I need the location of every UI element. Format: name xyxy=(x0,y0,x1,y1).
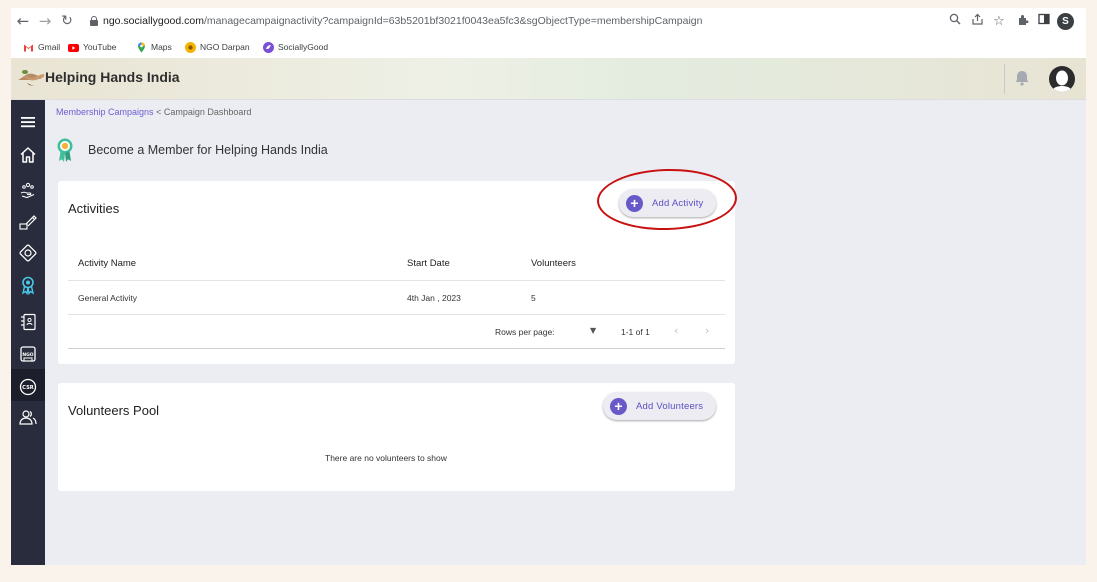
gmail-icon xyxy=(23,42,34,53)
main-content: Membership Campaigns < Campaign Dashboar… xyxy=(45,100,1086,565)
page-title: Become a Member for Helping Hands India xyxy=(88,143,328,157)
breadcrumb-link[interactable]: Membership Campaigns xyxy=(56,107,154,117)
svg-text:NGO: NGO xyxy=(22,352,33,358)
campaign-ribbon-icon xyxy=(56,137,74,163)
maps-icon xyxy=(136,42,147,53)
bookmark-star-icon[interactable]: ☆ xyxy=(990,13,1008,31)
zoom-icon[interactable] xyxy=(946,13,964,31)
rows-per-page-dropdown-icon[interactable]: ▼ xyxy=(590,326,596,335)
sidebar: NGO CSR xyxy=(11,100,45,565)
volunteers-card: Volunteers Pool + Add Volunteers There a… xyxy=(58,383,735,491)
pagination-range: 1-1 of 1 xyxy=(621,327,650,337)
bookmark-label: NGO Darpan xyxy=(200,42,250,52)
membership-ribbon-icon[interactable] xyxy=(18,275,38,296)
bookmark-label: Maps xyxy=(151,42,172,52)
bookmark-sociallygood[interactable]: SociallyGood xyxy=(263,40,328,54)
add-activity-button[interactable]: + Add Activity xyxy=(619,189,716,217)
forward-icon[interactable]: → xyxy=(37,13,53,29)
cell-volunteers: 5 xyxy=(531,293,536,303)
bookmark-label: SociallyGood xyxy=(278,42,329,52)
csr-icon[interactable]: CSR xyxy=(18,377,38,397)
table-bottom-line xyxy=(68,348,725,349)
address-bar[interactable]: ngo.sociallygood.com/managecampaignactiv… xyxy=(103,15,702,27)
fundraise-icon[interactable] xyxy=(18,212,38,232)
sociallygood-icon xyxy=(263,41,274,53)
user-avatar[interactable] xyxy=(1049,66,1075,92)
breadcrumb: Membership Campaigns < Campaign Dashboar… xyxy=(56,107,251,117)
reload-icon[interactable]: ↻ xyxy=(59,13,75,29)
prev-page-icon[interactable]: ‹ xyxy=(674,324,678,337)
bookmark-youtube[interactable]: YouTube xyxy=(68,40,116,54)
row-divider-line xyxy=(68,314,725,315)
address-bar-row: ← → ↻ ngo.sociallygood.com/managecampaig… xyxy=(11,8,1086,36)
column-header-activity-name: Activity Name xyxy=(78,258,137,269)
back-icon[interactable]: ← xyxy=(15,13,31,29)
empty-volunteers-message: There are no volunteers to show xyxy=(325,453,447,463)
bookmarks-bar: Gmail YouTube Maps NGO Darpan SociallyGo… xyxy=(11,36,1086,58)
side-panel-icon[interactable] xyxy=(1035,13,1053,31)
breadcrumb-separator: < xyxy=(156,107,162,117)
donation-icon[interactable] xyxy=(18,180,38,200)
cell-start-date: 4th Jan , 2023 xyxy=(407,293,461,303)
breadcrumb-current: Campaign Dashboard xyxy=(163,107,252,117)
cell-activity-name: General Activity xyxy=(78,293,138,303)
url-host: ngo.sociallygood.com xyxy=(103,15,204,27)
helping-hands-logo-icon[interactable] xyxy=(17,66,45,88)
menu-icon[interactable] xyxy=(18,112,38,132)
csr-label: CSR xyxy=(22,385,34,391)
extensions-icon[interactable] xyxy=(1014,13,1032,31)
activities-title: Activities xyxy=(68,201,120,216)
volunteers-title: Volunteers Pool xyxy=(68,403,160,418)
profile-avatar[interactable]: S xyxy=(1057,13,1074,30)
home-icon[interactable] xyxy=(18,145,38,165)
ngo-icon[interactable]: NGO xyxy=(18,344,38,364)
youtube-icon xyxy=(68,43,79,52)
rows-per-page-label: Rows per page: xyxy=(495,327,555,337)
column-header-start-date: Start Date xyxy=(407,258,450,269)
bookmark-label: YouTube xyxy=(83,42,117,52)
bell-icon[interactable] xyxy=(1013,68,1031,88)
bookmark-gmail[interactable]: Gmail xyxy=(23,40,60,54)
brand-name: Helping Hands India xyxy=(45,69,180,85)
add-volunteers-label: Add Volunteers xyxy=(636,400,704,412)
header-divider-line xyxy=(68,280,725,281)
lock-icon[interactable] xyxy=(90,16,98,26)
badge-icon[interactable] xyxy=(18,243,38,263)
next-page-icon[interactable]: › xyxy=(705,324,709,337)
header-divider xyxy=(1004,64,1005,94)
bookmark-ngo-darpan[interactable]: NGO Darpan xyxy=(185,40,250,54)
column-header-volunteers: Volunteers xyxy=(531,258,576,269)
plus-icon: + xyxy=(610,397,627,415)
url-path: /managecampaignactivity?campaignId=63b52… xyxy=(203,15,703,27)
add-volunteers-button[interactable]: + Add Volunteers xyxy=(603,392,716,420)
list-icon[interactable] xyxy=(18,312,38,332)
browser-chrome: ← → ↻ ngo.sociallygood.com/managecampaig… xyxy=(11,8,1086,58)
share-icon[interactable] xyxy=(968,13,986,31)
app-header: Helping Hands India xyxy=(11,58,1086,100)
bookmark-label: Gmail xyxy=(38,42,61,52)
activities-card: Activities + Add Activity Activity Name … xyxy=(58,181,735,364)
plus-icon: + xyxy=(626,194,643,212)
people-icon[interactable] xyxy=(18,407,38,427)
bookmark-maps[interactable]: Maps xyxy=(136,40,172,54)
ngo-darpan-icon xyxy=(185,41,196,53)
add-activity-label: Add Activity xyxy=(652,197,704,209)
